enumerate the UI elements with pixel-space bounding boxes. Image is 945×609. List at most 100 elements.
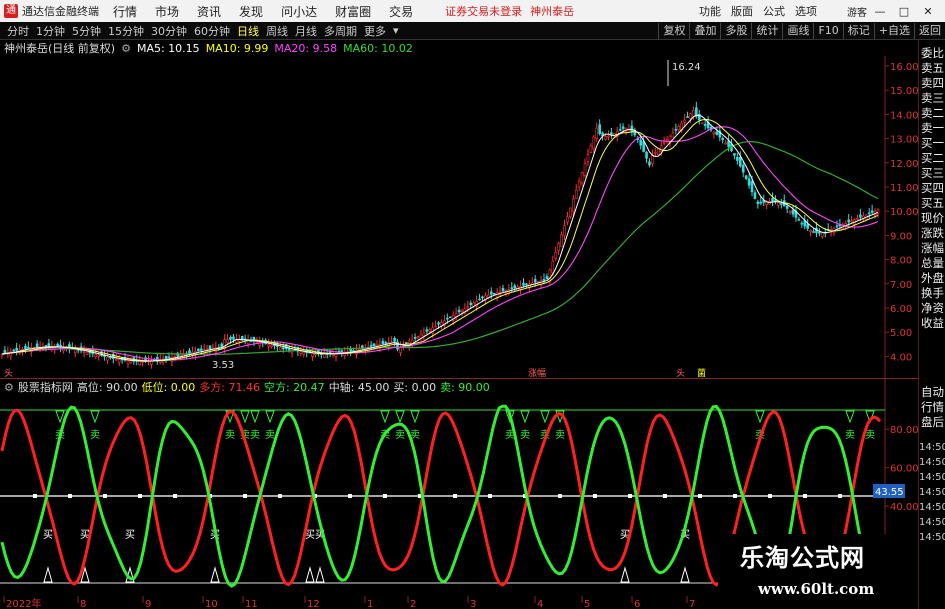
period-multi[interactable]: 多周期 — [324, 23, 357, 39]
side-tab-11[interactable]: 现价 — [919, 211, 945, 226]
tool-back[interactable]: 返回 — [914, 22, 945, 39]
candle-body — [689, 113, 692, 119]
maximize-icon[interactable]: □ — [897, 5, 911, 18]
side-tab-1[interactable]: 卖五 — [919, 61, 945, 76]
side-tab-7[interactable]: 买二 — [919, 151, 945, 166]
side-tab-6[interactable]: 买一 — [919, 136, 945, 151]
tool-mark[interactable]: 标记 — [842, 22, 874, 39]
watermark-title: 乐淘公式网 — [740, 544, 865, 572]
watermark-url: www.60lt.com — [758, 580, 875, 598]
chevron-down-icon[interactable]: ▾ — [393, 24, 399, 37]
sell-marker-icon — [90, 410, 100, 424]
period-daily[interactable]: 日线 — [237, 23, 259, 39]
candle-body — [399, 347, 402, 353]
tool-multistock[interactable]: 多股 — [720, 22, 751, 39]
buy-marker-icon — [680, 566, 690, 583]
candle-body — [788, 210, 792, 213]
period-more[interactable]: 更多 — [364, 23, 386, 39]
minimize-icon[interactable]: — — [873, 5, 887, 18]
date-tick: 2022年 — [6, 597, 41, 609]
mode-tab-0[interactable]: 自动 — [919, 385, 945, 400]
period-30min[interactable]: 30分钟 — [151, 23, 187, 39]
price-tick: 14.00 — [890, 110, 918, 121]
close-icon[interactable]: ✕ — [921, 5, 935, 18]
side-tab-0[interactable]: 委比 — [919, 46, 945, 61]
side-tab-5[interactable]: 卖一 — [919, 121, 945, 136]
period-timeshare[interactable]: 分时 — [7, 23, 29, 39]
kline-info: 神州泰岳(日线 前复权) ⚙ MA5: 10.15 MA10: 9.99 MA2… — [0, 40, 413, 56]
menu-trade[interactable]: 交易 — [389, 3, 413, 20]
side-tab-16[interactable]: 换手 — [919, 286, 945, 301]
candle-body — [478, 298, 481, 301]
sell-label: 卖 — [395, 429, 405, 441]
period-5min[interactable]: 5分钟 — [72, 23, 101, 39]
period-60min[interactable]: 60分钟 — [194, 23, 230, 39]
tag-mushroom: 菌 — [697, 367, 706, 378]
candle-body — [167, 356, 171, 359]
ma-gear-icon[interactable]: ⚙ — [121, 42, 131, 55]
menu-discover[interactable]: 发现 — [239, 3, 263, 20]
menu-market[interactable]: 市场 — [155, 3, 179, 20]
side-tab-4[interactable]: 卖二 — [919, 106, 945, 121]
tool-draw[interactable]: 画线 — [782, 22, 813, 39]
side-tab-18[interactable]: 收益 — [919, 316, 945, 331]
candle-body — [314, 353, 317, 355]
side-tab-12[interactable]: 涨跌 — [919, 226, 945, 241]
candle-body — [182, 354, 185, 360]
candle-body — [589, 145, 593, 153]
candle-body — [574, 189, 578, 199]
candle-body — [15, 347, 18, 351]
candle-body — [208, 345, 212, 349]
period-monthly[interactable]: 月线 — [295, 23, 317, 39]
side-tab-8[interactable]: 买三 — [919, 166, 945, 181]
side-tab-2[interactable]: 卖四 — [919, 76, 945, 91]
side-tab-14[interactable]: 总量 — [919, 256, 945, 271]
menu-options[interactable]: 选项 — [795, 3, 817, 19]
candle-body — [859, 214, 862, 218]
menu-wealth[interactable]: 财富圈 — [335, 3, 371, 20]
menu-formula[interactable]: 公式 — [763, 3, 785, 19]
mid-axis-dot — [488, 494, 492, 498]
tool-stats[interactable]: 统计 — [751, 22, 782, 39]
side-tab-15[interactable]: 外盘 — [919, 271, 945, 286]
candle-body — [434, 325, 437, 328]
mode-tab-2[interactable]: 盘后 — [919, 415, 945, 430]
side-tab-10[interactable]: 买五 — [919, 196, 945, 211]
candle-body — [598, 124, 601, 135]
menu-ask[interactable]: 问小达 — [281, 3, 317, 20]
login-status[interactable]: 证券交易未登录 — [445, 3, 522, 19]
tag-rise: 涨幅 — [528, 367, 546, 378]
tool-f10[interactable]: F10 — [813, 22, 842, 39]
candle-body — [630, 125, 634, 132]
candle-body — [659, 145, 663, 152]
menu-quotes[interactable]: 行情 — [113, 3, 137, 20]
price-tick: 4.00 — [890, 352, 912, 363]
tool-overlay[interactable]: 叠加 — [689, 22, 720, 39]
side-tab-3[interactable]: 卖三 — [919, 91, 945, 106]
mode-tab-1[interactable]: 行情 — [919, 400, 945, 415]
candle-body — [287, 348, 291, 351]
tool-adjust[interactable]: 复权 — [658, 22, 689, 39]
candle-body — [569, 207, 572, 217]
side-tab-9[interactable]: 买四 — [919, 181, 945, 196]
side-tab-17[interactable]: 净资 — [919, 301, 945, 316]
date-tick: 9 — [145, 599, 151, 609]
candle-body — [621, 126, 625, 129]
period-1min[interactable]: 1分钟 — [36, 23, 65, 39]
mid-axis-dot — [103, 494, 107, 498]
sell-marker-icon — [380, 410, 390, 424]
candle-body — [525, 283, 528, 286]
menu-news[interactable]: 资讯 — [197, 3, 221, 20]
kline-chart[interactable]: 16.00 15.00 14.00 13.00 12.00 11.00 10.00 9.00 8… — [0, 56, 918, 378]
tool-add-watchlist[interactable]: +自选 — [873, 22, 914, 39]
candle-body — [618, 129, 622, 131]
side-tab-13[interactable]: 涨幅 — [919, 241, 945, 256]
time-stamps: 14:50 14:50 14:50 14:50 14:50 14:50 14:50 — [919, 440, 945, 545]
menu-function[interactable]: 功能 — [699, 3, 721, 19]
period-15min[interactable]: 15分钟 — [108, 23, 144, 39]
period-weekly[interactable]: 周线 — [266, 23, 288, 39]
mid-axis-dot — [803, 494, 807, 498]
candle-body — [513, 285, 517, 289]
guest-label[interactable]: 游客 — [847, 4, 867, 19]
menu-layout[interactable]: 版面 — [731, 3, 753, 19]
